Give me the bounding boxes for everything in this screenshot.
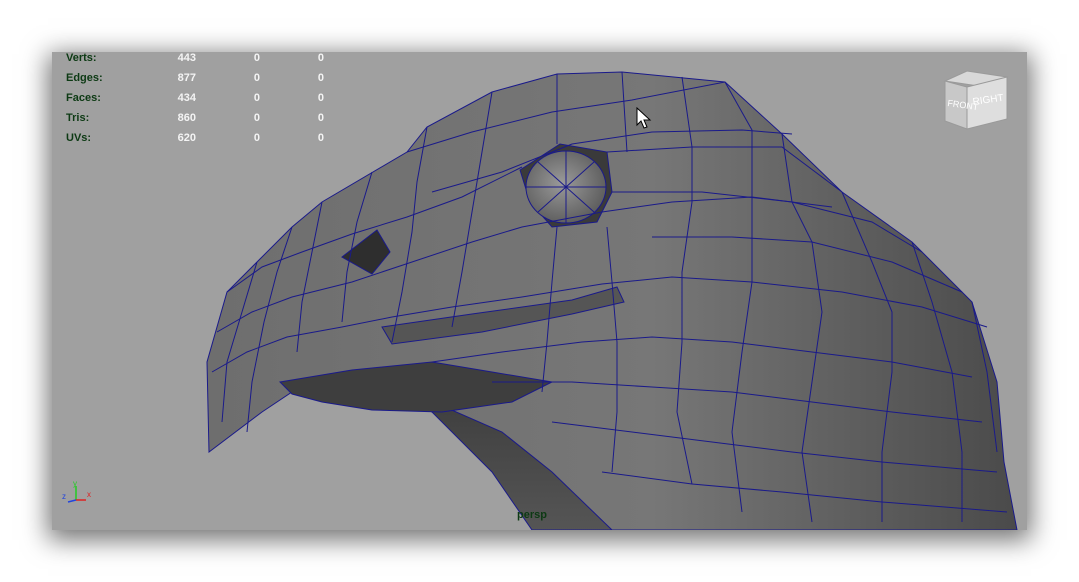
hud-value: 0: [253, 92, 260, 104]
hud-label: Edges:: [66, 72, 103, 84]
perspective-viewport[interactable]: Verts: 443 0 0 Edges: 877 0 0 Faces: 434…: [52, 52, 1027, 530]
axis-z-label: z: [62, 492, 66, 501]
hud-label: UVs:: [66, 132, 92, 144]
mouse-cursor-icon: [636, 107, 652, 129]
hud-value: 620: [177, 132, 196, 144]
axis-x-label: x: [87, 490, 91, 499]
hud-value: 0: [253, 72, 260, 84]
hud-value: 0: [317, 132, 324, 144]
hud-value: 877: [177, 72, 196, 84]
hud-label: Verts:: [66, 52, 97, 64]
hud-value: 0: [253, 112, 260, 124]
hud-value: 0: [253, 132, 260, 144]
hud-label: Tris:: [66, 112, 90, 124]
hud-label: Faces:: [66, 92, 101, 104]
eagle-head-mesh[interactable]: [52, 52, 1027, 530]
viewcube-icon[interactable]: FRONT RIGHT: [937, 67, 1009, 135]
hud-value: 0: [317, 52, 324, 64]
hud-value: 0: [317, 112, 324, 124]
hud-value: 434: [177, 92, 196, 104]
axis-y-label: y: [73, 480, 77, 488]
hud-value: 0: [317, 72, 324, 84]
hud-value: 860: [177, 112, 196, 124]
hud-value: 0: [317, 92, 324, 104]
hud-value: 0: [253, 52, 260, 64]
axis-gizmo-icon: y x z: [62, 480, 91, 503]
camera-name-label: persp: [517, 509, 547, 521]
hud-value: 443: [177, 52, 196, 64]
